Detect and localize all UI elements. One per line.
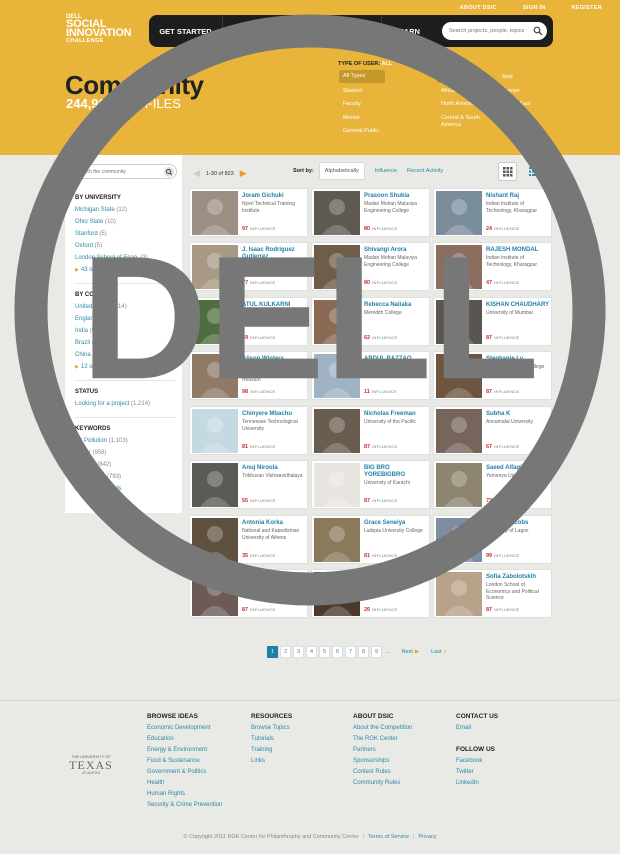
footer-link-linkedin[interactable]: LinkedIn [456,780,479,786]
footer-link-training[interactable]: Training [251,747,272,753]
terms-of-service-link[interactable]: Terms of Service [368,834,409,840]
footer-link-rgk-center[interactable]: The RGK Center [353,736,398,742]
page-8-button[interactable]: 8 [358,646,369,658]
footer-link-security-crime[interactable]: Security & Crime Prevention [147,802,222,808]
footer-resources-title: RESOURCES [251,713,293,720]
page-6-button[interactable]: 6 [332,646,343,658]
page-2-button[interactable]: 2 [280,646,291,658]
page-4-button[interactable]: 4 [306,646,317,658]
pagination-ellipsis: ... [386,649,391,655]
footer-link-community-rules[interactable]: Community Rules [353,780,400,786]
page-1-button[interactable]: 1 [267,646,278,658]
footer-about-title: ABOUT DSIC [353,713,394,720]
footer-follow-title: FOLLOW US [456,746,495,753]
footer-link-browse-topics[interactable]: Browse Topics [251,725,290,731]
footer-link-food-sustenance[interactable]: Food & Sustenance [147,758,200,764]
double-chevron-right-icon: » [443,649,447,655]
footer-link-twitter[interactable]: Twitter [456,769,474,775]
privacy-link[interactable]: Privacy [418,834,436,840]
footer [0,700,620,854]
separator: | [362,834,365,840]
last-page-button[interactable]: Last» [428,649,449,655]
page-5-button[interactable]: 5 [319,646,330,658]
last-label: Last [431,649,442,655]
page-7-button[interactable]: 7 [345,646,356,658]
texas-line2: TEXAS [69,758,113,772]
separator: | [413,834,415,840]
footer-link-email[interactable]: Email [456,725,471,731]
footer-link-economic-development[interactable]: Economic Development [147,725,210,731]
footer-link-government-politics[interactable]: Government & Politics [147,769,206,775]
footer-link-energy-environment[interactable]: Energy & Environment [147,747,207,753]
triangle-right-icon: ▶ [414,649,420,655]
page-9-button[interactable]: 9 [371,646,382,658]
footer-link-links[interactable]: Links [251,758,265,764]
next-page-button[interactable]: Next ▶ [399,649,423,655]
footer-link-sponsorships[interactable]: Sponsorships [353,758,389,764]
pagination: 1 2 3 4 5 6 7 8 9 ... Next ▶ Last» [267,646,450,658]
footer-contact-title: CONTACT US [456,713,499,720]
footer-link-health[interactable]: Health [147,780,164,786]
copyright: © Copyright 2011 RGK Center for Philanth… [0,834,620,840]
dell-logo-icon[interactable]: DELL [0,0,620,620]
footer-link-tutorials[interactable]: Tutorials [251,736,274,742]
footer-link-partners[interactable]: Partners [353,747,376,753]
copyright-text: © Copyright 2011 RGK Center for Philanth… [183,834,359,840]
footer-link-education[interactable]: Education [147,736,174,742]
page-3-button[interactable]: 3 [293,646,304,658]
footer-link-about-competition[interactable]: About the Competition [353,725,412,731]
dell-logo-text: DELL [81,220,540,416]
footer-browse-title: BROWSE IDEAS [147,713,198,720]
footer-link-contest-rules[interactable]: Contest Rules [353,769,391,775]
footer-link-facebook[interactable]: Facebook [456,758,482,764]
ut-austin-logo[interactable]: THE UNIVERSITY OF TEXAS AT AUSTIN [66,754,116,775]
next-label: Next [401,649,413,655]
footer-link-human-rights[interactable]: Human Rights [147,791,185,797]
